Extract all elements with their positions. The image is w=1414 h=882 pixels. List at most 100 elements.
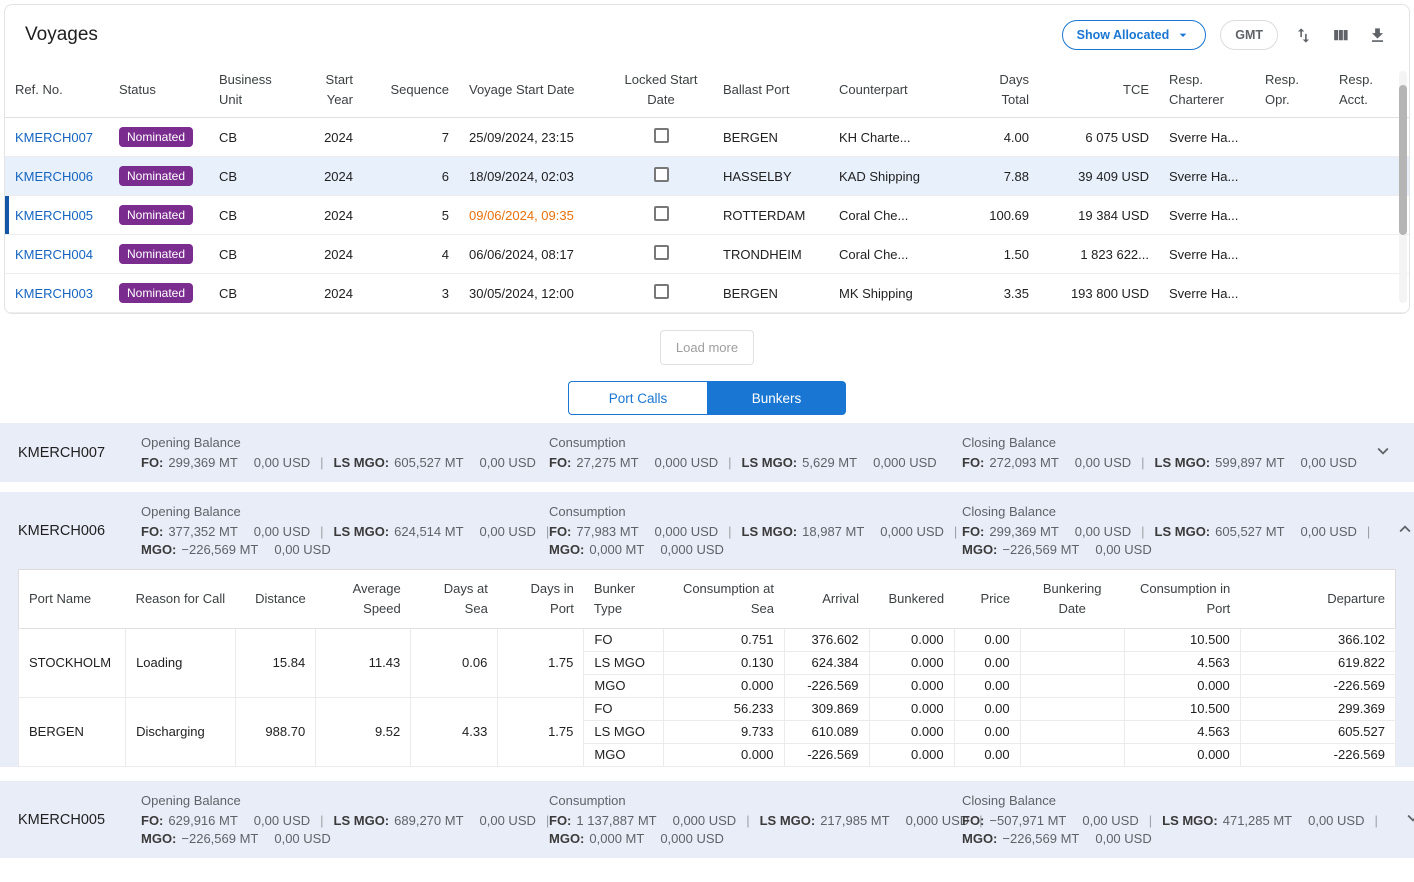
balance-entry: MGO:−226,569 MT0,00 USD <box>141 831 331 846</box>
fuel-qty: −226,569 MT <box>181 831 258 846</box>
locked-start-date-checkbox[interactable] <box>654 167 669 182</box>
bunker-section-kmerch007: KMERCH007 Opening Balance FO:299,369 MT0… <box>0 423 1414 482</box>
section-header[interactable]: KMERCH005 Opening Balance FO:629,916 MT0… <box>0 781 1414 858</box>
fuel-qty: −226,569 MT <box>181 542 258 557</box>
locked-start-date-checkbox[interactable] <box>654 206 669 221</box>
voyage-ref-link[interactable]: KMERCH006 <box>15 169 93 184</box>
download-icon[interactable] <box>1366 24 1389 47</box>
fuel-qty: −226,569 MT <box>1002 542 1079 557</box>
fuel-qty: −507,971 MT <box>989 813 1066 828</box>
fuel-usd: 0,00 USD <box>480 455 536 470</box>
locked-start-date-checkbox[interactable] <box>654 128 669 143</box>
separator <box>1367 524 1370 539</box>
cell-ballast-port: BERGEN <box>713 274 829 313</box>
cell-arrival: 610.089 <box>784 721 869 744</box>
cell-bunkered: 0.000 <box>869 744 954 767</box>
fuel-label: LS MGO: <box>1162 813 1218 828</box>
group-title: Closing Balance <box>962 503 1380 520</box>
chevron-down-icon[interactable] <box>1400 805 1414 834</box>
voyage-row-selected[interactable]: KMERCH005 Nominated CB 2024 5 09/06/2024… <box>5 196 1409 235</box>
status-badge: Nominated <box>119 166 193 186</box>
cell-locked-start-date <box>609 157 713 196</box>
col-ref-no[interactable]: Ref. No. <box>5 62 109 118</box>
col-counterpart[interactable]: Counterpart <box>829 62 969 118</box>
card-header: Voyages Show Allocated GMT <box>5 5 1409 62</box>
load-more-button[interactable]: Load more <box>660 330 754 365</box>
fuel-label: FO: <box>962 455 984 470</box>
balance-entry: FO:629,916 MT0,00 USD <box>141 813 310 828</box>
consumption-group: Consumption FO:27,275 MT0,000 USDLS MGO:… <box>549 434 962 471</box>
col-days-at-sea: Days at Sea <box>411 570 498 629</box>
port-table-header-row: Port Name Reason for Call Distance Avera… <box>19 570 1396 629</box>
col-resp-acct[interactable]: Resp. Acct. <box>1329 62 1409 118</box>
col-business-unit[interactable]: Business Unit <box>209 62 299 118</box>
fuel-usd: 0,000 USD <box>660 542 724 557</box>
cell-sequence: 3 <box>363 274 459 313</box>
fuel-label: LS MGO: <box>742 524 798 539</box>
voyage-ref-link[interactable]: KMERCH004 <box>15 247 93 262</box>
voyage-row[interactable]: KMERCH003 Nominated CB 2024 3 30/05/2024… <box>5 274 1409 313</box>
voyage-ref-link[interactable]: KMERCH005 <box>15 208 93 223</box>
cell-ballast-port: TRONDHEIM <box>713 235 829 274</box>
voyage-ref-link[interactable]: KMERCH003 <box>15 286 93 301</box>
col-locked-start-date[interactable]: Locked Start Date <box>609 62 713 118</box>
columns-icon[interactable] <box>1329 24 1352 47</box>
cell-price: 0.00 <box>954 698 1020 721</box>
cell-arrival: -226.569 <box>784 675 869 698</box>
col-ballast-port[interactable]: Ballast Port <box>713 62 829 118</box>
fuel-label: MGO: <box>141 831 176 846</box>
gmt-button[interactable]: GMT <box>1220 20 1278 50</box>
cell-bunkering-date <box>1020 744 1124 767</box>
col-status[interactable]: Status <box>109 62 209 118</box>
voyage-row[interactable]: KMERCH007 Nominated CB 2024 7 25/09/2024… <box>5 118 1409 157</box>
voyage-row[interactable]: KMERCH006 Nominated CB 2024 6 18/09/2024… <box>5 157 1409 196</box>
col-tce[interactable]: TCE <box>1039 62 1159 118</box>
col-resp-opr[interactable]: Resp. Opr. <box>1255 62 1329 118</box>
col-days-total[interactable]: Days Total <box>969 62 1039 118</box>
col-resp-charterer[interactable]: Resp. Charterer <box>1159 62 1255 118</box>
fuel-qty: 377,352 MT <box>168 524 237 539</box>
tab-bunkers[interactable]: Bunkers <box>707 381 846 415</box>
closing-balance-group: Closing Balance FO:299,369 MT0,00 USDLS … <box>962 503 1392 558</box>
locked-start-date-checkbox[interactable] <box>654 284 669 299</box>
cell-ballast-port: BERGEN <box>713 118 829 157</box>
section-header[interactable]: KMERCH006 Opening Balance FO:377,352 MT0… <box>0 492 1414 569</box>
voyage-row[interactable]: KMERCH004 Nominated CB 2024 4 06/06/2024… <box>5 235 1409 274</box>
show-allocated-dropdown[interactable]: Show Allocated <box>1062 20 1207 50</box>
cell-sequence: 5 <box>363 196 459 235</box>
cell-resp-acct <box>1329 196 1409 235</box>
fuel-qty: 624,514 MT <box>394 524 463 539</box>
col-start-year[interactable]: Start Year <box>299 62 363 118</box>
fuel-usd: 0,00 USD <box>1082 813 1138 828</box>
section-header[interactable]: KMERCH007 Opening Balance FO:299,369 MT0… <box>0 423 1414 482</box>
balance-entry: LS MGO:5,629 MT0,000 USD <box>742 455 937 470</box>
consumption-group: Consumption FO:77,983 MT0,000 USD LS MGO:… <box>549 503 962 558</box>
fuel-label: FO: <box>141 524 163 539</box>
tab-port-calls[interactable]: Port Calls <box>568 381 707 415</box>
sort-icon[interactable] <box>1292 24 1315 47</box>
separator <box>728 524 731 539</box>
cell-bunkered: 0.000 <box>869 652 954 675</box>
cell-resp-acct <box>1329 274 1409 313</box>
cell-tce: 19 384 USD <box>1039 196 1159 235</box>
cell-port-name: BERGEN <box>19 698 126 767</box>
chevron-down-icon[interactable] <box>1370 438 1396 467</box>
vertical-scrollbar[interactable] <box>1399 71 1407 303</box>
col-arrival: Arrival <box>784 570 869 629</box>
group-title: Consumption <box>549 503 950 520</box>
chevron-up-icon[interactable] <box>1392 516 1414 545</box>
col-sequence[interactable]: Sequence <box>363 62 459 118</box>
fuel-label: FO: <box>141 455 163 470</box>
balance-entry: FO:77,983 MT0,000 USD <box>549 524 718 539</box>
fuel-label: FO: <box>141 813 163 828</box>
fuel-usd: 0,000 USD <box>660 831 724 846</box>
fuel-usd: 0,000 USD <box>655 524 719 539</box>
scrollbar-thumb[interactable] <box>1399 85 1407 235</box>
fuel-qty: 27,275 MT <box>576 455 638 470</box>
separator <box>728 455 731 470</box>
locked-start-date-checkbox[interactable] <box>654 245 669 260</box>
voyage-ref-link[interactable]: KMERCH007 <box>15 130 93 145</box>
separator <box>1149 813 1152 828</box>
fuel-qty: 0,000 MT <box>589 542 644 557</box>
col-voyage-start-date[interactable]: Voyage Start Date <box>459 62 609 118</box>
